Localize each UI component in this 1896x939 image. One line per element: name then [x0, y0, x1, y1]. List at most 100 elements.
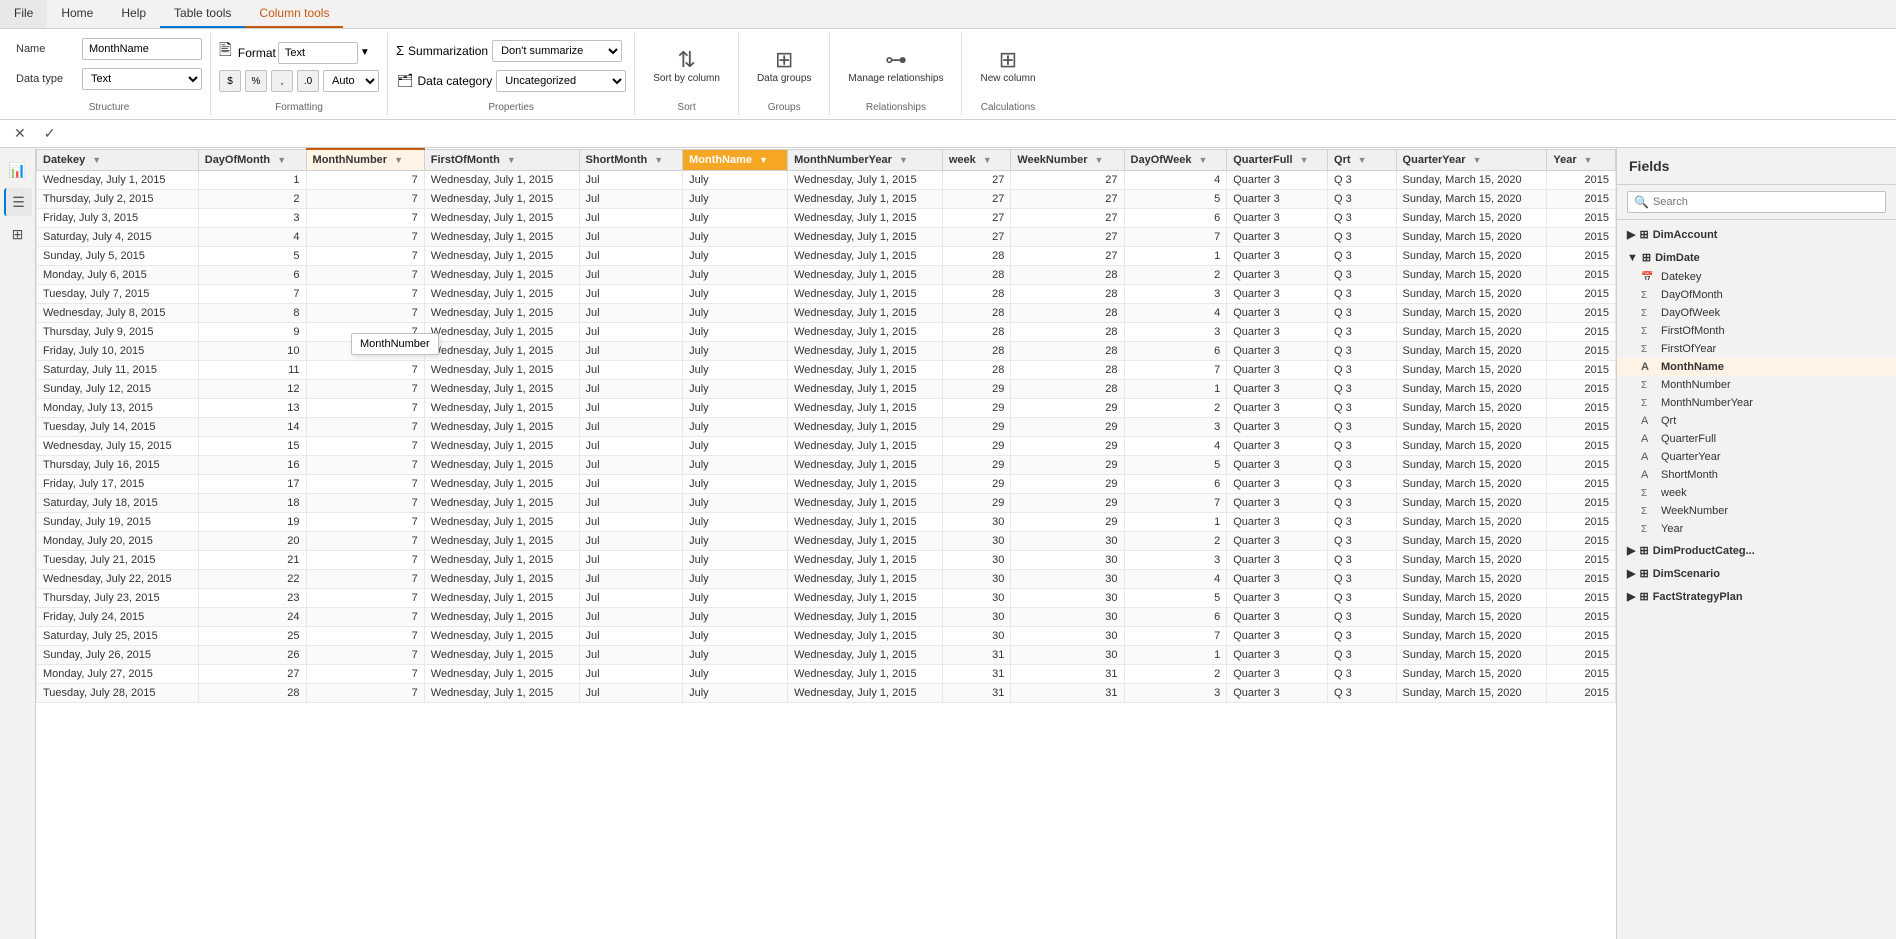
field-group-header-dimproductcateg[interactable]: ▶ ⊞ DimProductCateg... [1617, 540, 1896, 561]
col-firstofmonth[interactable]: FirstOfMonth ▼ [424, 149, 579, 171]
table-cell: 7 [1124, 228, 1227, 247]
col-weeknumber[interactable]: WeekNumber ▼ [1011, 149, 1124, 171]
field-shortmonth[interactable]: A ShortMonth [1617, 466, 1896, 484]
col-monthnumberyear[interactable]: MonthNumberYear ▼ [788, 149, 943, 171]
format-label: Format [238, 46, 276, 60]
table-cell: 31 [1011, 684, 1124, 703]
field-firstofmonth[interactable]: Σ FirstOfMonth [1617, 322, 1896, 340]
firstofyear-label: FirstOfYear [1661, 343, 1716, 355]
table-cell: July [683, 228, 788, 247]
tab-table-tools[interactable]: Table tools [160, 0, 245, 28]
data-category-select[interactable]: Uncategorized [496, 70, 626, 92]
percent-btn[interactable]: % [245, 70, 267, 92]
col-qrt[interactable]: Qrt ▼ [1328, 149, 1397, 171]
table-cell: 25 [198, 627, 306, 646]
field-group-header-dimscenario[interactable]: ▶ ⊞ DimScenario [1617, 563, 1896, 584]
tab-file[interactable]: File [0, 0, 47, 28]
table-cell: Wednesday, July 1, 2015 [788, 570, 943, 589]
col-monthnumber[interactable]: MonthNumber ▼ [306, 149, 424, 171]
comma-btn[interactable]: , [271, 70, 293, 92]
field-group-header-factstrategyplan[interactable]: ▶ ⊞ FactStrategyPlan [1617, 586, 1896, 607]
decimal-btn[interactable]: .0 [297, 70, 319, 92]
table-cell: Sunday, March 15, 2020 [1396, 684, 1547, 703]
table-cell: Sunday, March 15, 2020 [1396, 266, 1547, 285]
col-dayofmonth[interactable]: DayOfMonth ▼ [198, 149, 306, 171]
tab-help[interactable]: Help [107, 0, 160, 28]
field-quarterfull[interactable]: A QuarterFull [1617, 430, 1896, 448]
sigma-icon-dayofweek: Σ [1641, 308, 1655, 319]
data-groups-btn[interactable]: ⊞ Data groups [747, 41, 821, 91]
table-cell: Wednesday, July 1, 2015 [424, 513, 579, 532]
table-cell: Q 3 [1328, 475, 1397, 494]
currency-btn[interactable]: $ [219, 70, 241, 92]
data-type-select[interactable]: Text [82, 68, 202, 90]
field-firstofyear[interactable]: Σ FirstOfYear [1617, 340, 1896, 358]
col-datekey[interactable]: Datekey ▼ [37, 149, 199, 171]
table-row: Monday, July 13, 2015137Wednesday, July … [37, 399, 1616, 418]
format-dropdown-icon[interactable]: ▼ [360, 47, 370, 58]
col-shortmonth[interactable]: ShortMonth ▼ [579, 149, 683, 171]
sort-by-column-btn[interactable]: ⇅ Sort by column [643, 41, 730, 91]
table-cell: Sunday, March 15, 2020 [1396, 285, 1547, 304]
new-column-btn[interactable]: ⊞ New column [970, 41, 1045, 91]
table-cell: 30 [942, 589, 1011, 608]
chevron-down-icon: ▼ [1627, 252, 1638, 264]
field-weeknumber[interactable]: Σ WeekNumber [1617, 502, 1896, 520]
table-cell: July [683, 285, 788, 304]
field-week[interactable]: Σ week [1617, 484, 1896, 502]
confirm-btn[interactable]: ✓ [38, 122, 62, 145]
table-cell: Wednesday, July 1, 2015 [424, 380, 579, 399]
table-row: Wednesday, July 8, 201587Wednesday, July… [37, 304, 1616, 323]
name-input[interactable] [82, 38, 202, 60]
field-group-header-dimaccount[interactable]: ▶ ⊞ DimAccount [1617, 224, 1896, 245]
table-cell: 1 [1124, 646, 1227, 665]
field-group-factstrategyplan: ▶ ⊞ FactStrategyPlan [1617, 586, 1896, 607]
table-icon-dimdate: ⊞ [1642, 251, 1651, 264]
col-dayofweek[interactable]: DayOfWeek ▼ [1124, 149, 1227, 171]
field-datekey[interactable]: 📅 Datekey [1617, 268, 1896, 286]
table-cell: Wednesday, July 1, 2015 [424, 665, 579, 684]
table-cell: Jul [579, 304, 683, 323]
field-year[interactable]: Σ Year [1617, 520, 1896, 538]
format-input[interactable] [278, 42, 358, 64]
table-cell: Quarter 3 [1227, 437, 1328, 456]
table-cell: 29 [942, 399, 1011, 418]
field-quarteryear[interactable]: A QuarterYear [1617, 448, 1896, 466]
tab-home[interactable]: Home [47, 0, 107, 28]
table-cell: Quarter 3 [1227, 418, 1328, 437]
col-monthname[interactable]: MonthName ▼ [683, 149, 788, 171]
field-qrt[interactable]: A Qrt [1617, 412, 1896, 430]
cancel-btn[interactable]: ✕ [8, 122, 32, 145]
col-year[interactable]: Year ▼ [1547, 149, 1616, 171]
col-quarterfull[interactable]: QuarterFull ▼ [1227, 149, 1328, 171]
field-monthnumber[interactable]: Σ MonthNumber [1617, 376, 1896, 394]
field-monthname[interactable]: A MonthName [1617, 358, 1896, 376]
table-cell: 2015 [1547, 627, 1616, 646]
summarization-select[interactable]: Don't summarize [492, 40, 622, 62]
field-monthnumberyear[interactable]: Σ MonthNumberYear [1617, 394, 1896, 412]
data-view-icon[interactable]: ☰ [4, 188, 32, 216]
auto-select[interactable]: Auto [323, 70, 379, 92]
tab-column-tools[interactable]: Column tools [245, 0, 343, 28]
table-cell: 28 [942, 247, 1011, 266]
field-dayofweek[interactable]: Σ DayOfWeek [1617, 304, 1896, 322]
table-cell: Quarter 3 [1227, 475, 1328, 494]
table-cell: 29 [1011, 418, 1124, 437]
table-cell: Q 3 [1328, 608, 1397, 627]
table-cell: 11 [198, 361, 306, 380]
summarization-label: Summarization [408, 44, 488, 58]
table-cell: 7 [306, 361, 424, 380]
col-quarteryear[interactable]: QuarterYear ▼ [1396, 149, 1547, 171]
model-view-icon[interactable]: ⊞ [4, 220, 32, 248]
col-week[interactable]: week ▼ [942, 149, 1011, 171]
manage-relationships-btn[interactable]: ⊶ Manage relationships [838, 41, 953, 91]
calendar-icon: 📅 [1641, 272, 1655, 283]
table-cell: Quarter 3 [1227, 266, 1328, 285]
table-cell: Monday, July 6, 2015 [37, 266, 199, 285]
field-dayofmonth[interactable]: Σ DayOfMonth [1617, 286, 1896, 304]
left-sidebar: 📊 ☰ ⊞ [0, 148, 36, 939]
report-view-icon[interactable]: 📊 [4, 156, 32, 184]
fields-search-input[interactable] [1653, 196, 1879, 208]
field-group-header-dimdate[interactable]: ▼ ⊞ DimDate [1617, 247, 1896, 268]
table-cell: Sunday, March 15, 2020 [1396, 190, 1547, 209]
